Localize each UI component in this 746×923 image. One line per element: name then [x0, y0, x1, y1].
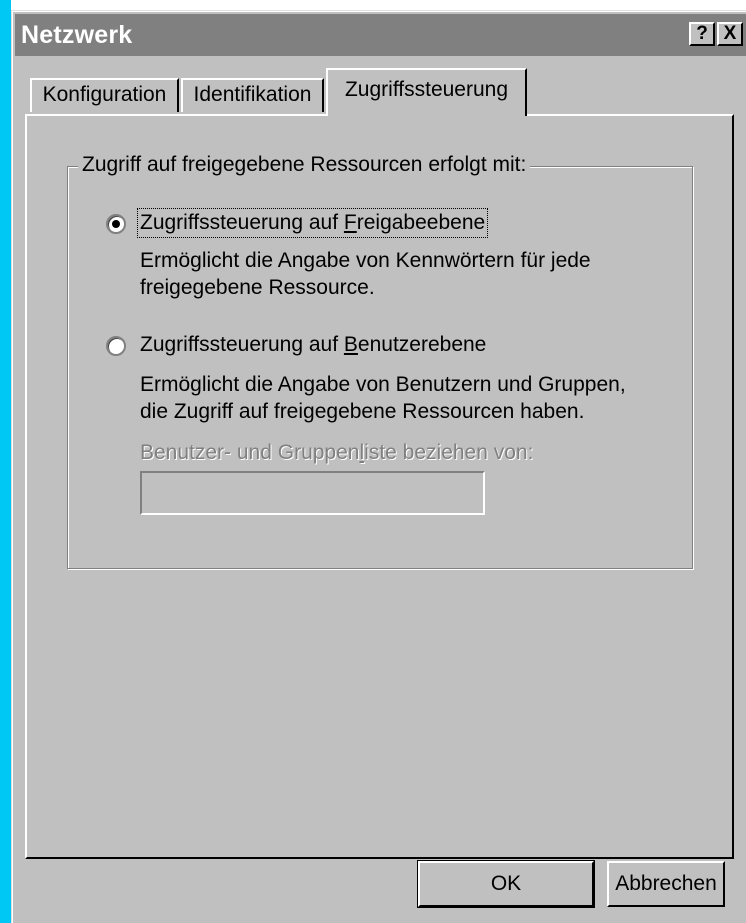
radio-user-level-label[interactable]: Zugriffssteuerung auf Benutzerebene	[140, 333, 486, 357]
user-list-source-label: Benutzer- und Gruppenliste beziehen von:	[140, 441, 534, 464]
tab-zugriffssteuerung[interactable]: Zugriffssteuerung	[326, 68, 527, 116]
share-level-description: Ermöglicht die Angabe von Kennwörtern fü…	[140, 249, 591, 299]
radio-share-level-label[interactable]: Zugriffssteuerung auf Freigabeebene	[136, 208, 489, 238]
desktop-background-strip	[0, 0, 11, 923]
user-list-source-input[interactable]	[140, 471, 485, 515]
radio-share-level[interactable]	[106, 214, 126, 234]
tab-konfiguration[interactable]: Konfiguration	[30, 78, 179, 112]
tab-panel-access-control: Zugriff auf freigegebene Ressourcen erfo…	[25, 114, 734, 859]
user-level-description: Ermöglicht die Angabe von Benutzern und …	[140, 373, 626, 423]
access-group-box: Zugriff auf freigegebene Ressourcen erfo…	[67, 153, 693, 569]
close-button[interactable]: X	[717, 22, 743, 46]
group-legend: Zugriff auf freigegebene Ressourcen erfo…	[78, 153, 531, 177]
help-button[interactable]: ?	[689, 22, 715, 46]
network-dialog: Netzwerk ? X Konfiguration Identifikatio…	[11, 10, 746, 923]
window-title: Netzwerk	[21, 21, 133, 49]
radio-selected-dot	[112, 220, 120, 228]
ok-button[interactable]: OK	[417, 860, 595, 908]
title-bar: Netzwerk ? X	[15, 14, 746, 56]
cancel-button[interactable]: Abbrechen	[607, 861, 725, 907]
tab-identifikation[interactable]: Identifikation	[181, 78, 324, 112]
radio-user-level[interactable]	[106, 336, 126, 356]
